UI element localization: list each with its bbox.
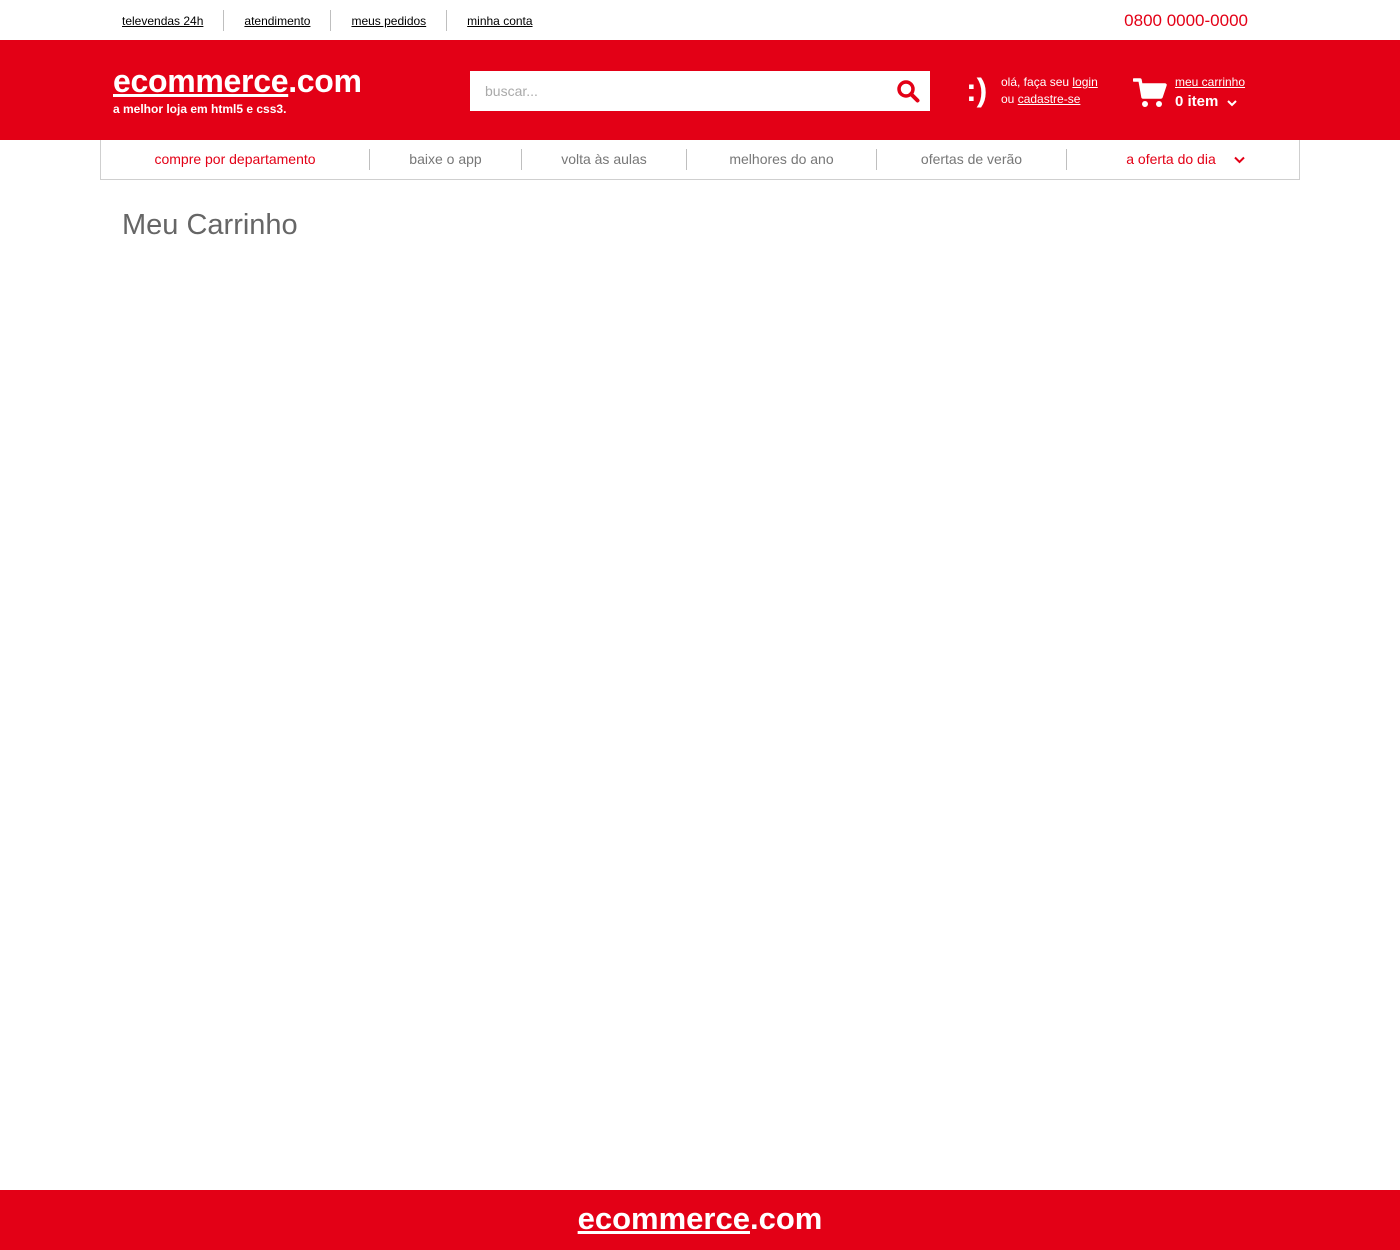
utility-links: televendas 24h atendimento meus pedidos … xyxy=(102,10,553,31)
tagline: a melhor loja em html5 e css3. xyxy=(113,102,287,116)
search-input[interactable] xyxy=(470,71,890,111)
category-nav: compre por departamento baixe o app volt… xyxy=(100,140,1300,180)
link-televendas[interactable]: televendas 24h xyxy=(102,11,223,31)
nav-item-melhores-do-ano[interactable]: melhores do ano xyxy=(687,140,876,179)
top-utility-bar: televendas 24h atendimento meus pedidos … xyxy=(0,0,1400,40)
login-link[interactable]: login xyxy=(1072,75,1097,89)
smiley-icon: :) xyxy=(966,72,988,108)
footer-logo-main-text: ecommerce xyxy=(577,1201,750,1236)
site-footer: ecommerce.com xyxy=(0,1190,1400,1250)
divider xyxy=(1066,149,1067,170)
footer-logo-suffix-text: .com xyxy=(749,1201,823,1236)
or-text: ou xyxy=(1001,92,1015,106)
cart-summary[interactable]: meu carrinho 0 item xyxy=(1175,74,1245,112)
nav-item-departamento[interactable]: compre por departamento xyxy=(101,140,369,179)
cart-count: 0 item xyxy=(1175,93,1219,110)
nav-item-baixe-o-app[interactable]: baixe o app xyxy=(370,140,521,179)
site-logo[interactable]: ecommerce.com xyxy=(113,64,362,98)
nav-item-ofertas-de-verao[interactable]: ofertas de verão xyxy=(877,140,1066,179)
nav-item-oferta-do-dia[interactable]: a oferta do dia xyxy=(1111,140,1231,179)
search-bar xyxy=(470,71,930,111)
footer-logo[interactable]: ecommerce.com xyxy=(0,1202,1400,1236)
phone-number: 0800 0000-0000 xyxy=(1124,11,1248,30)
link-atendimento[interactable]: atendimento xyxy=(224,11,330,31)
chevron-down-icon[interactable] xyxy=(1227,99,1238,107)
search-button[interactable] xyxy=(886,71,930,111)
cart-count-row[interactable]: 0 item xyxy=(1175,92,1245,112)
search-icon xyxy=(897,80,920,103)
cart-label[interactable]: meu carrinho xyxy=(1175,74,1245,91)
chevron-down-icon[interactable] xyxy=(1234,156,1245,164)
link-minha-conta[interactable]: minha conta xyxy=(447,11,552,31)
cart-icon[interactable] xyxy=(1133,77,1167,109)
signup-link[interactable]: cadastre-se xyxy=(1018,92,1081,106)
link-meus-pedidos[interactable]: meus pedidos xyxy=(331,11,446,31)
page-title: Meu Carrinho xyxy=(122,209,298,241)
greeting-text: olá, faça seu xyxy=(1001,75,1070,89)
logo-main-text: ecommerce xyxy=(113,63,289,99)
logo-suffix-text: .com xyxy=(288,63,362,99)
site-header: ecommerce.com a melhor loja em html5 e c… xyxy=(0,40,1400,140)
login-block: olá, faça seu login ou cadastre-se xyxy=(1001,74,1098,108)
nav-item-volta-as-aulas[interactable]: volta às aulas xyxy=(522,140,686,179)
